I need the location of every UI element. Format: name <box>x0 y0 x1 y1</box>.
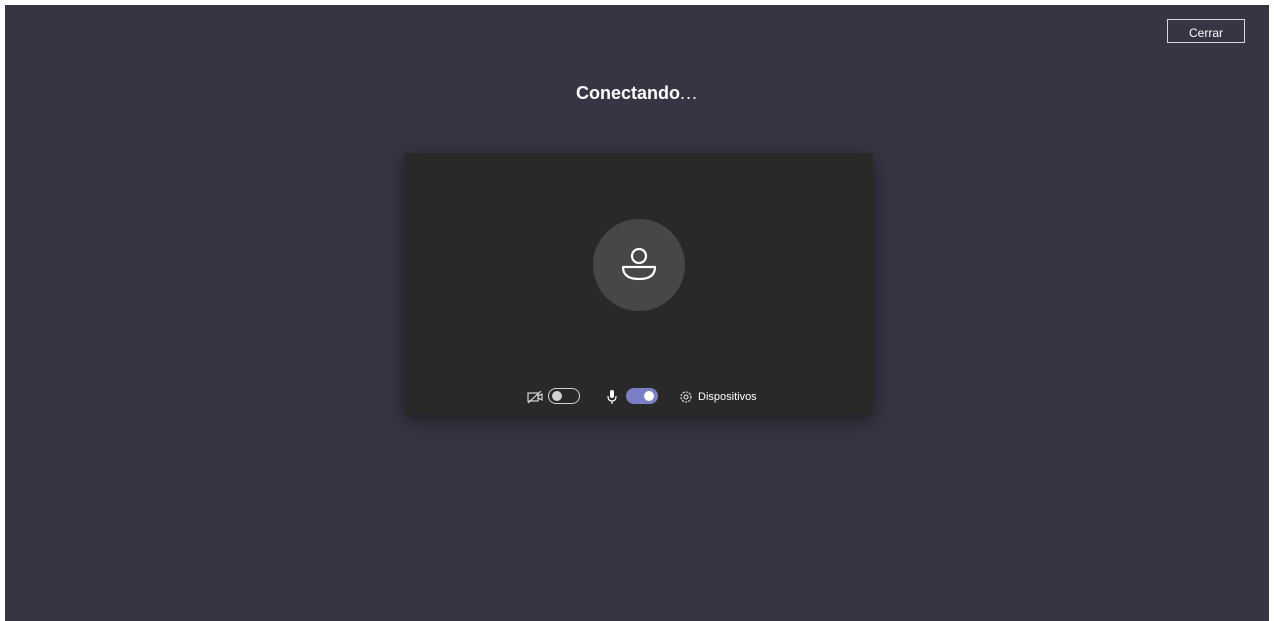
device-controls: Dispositivos <box>404 386 873 408</box>
camera-toggle-knob <box>552 391 562 401</box>
close-button[interactable]: Cerrar <box>1167 19 1245 43</box>
devices-button[interactable]: Dispositivos <box>679 388 757 406</box>
camera-off-icon <box>527 390 543 404</box>
status-dots: ... <box>680 83 699 103</box>
status-text: Conectando <box>575 83 680 103</box>
microphone-icon <box>607 390 617 404</box>
gear-icon <box>680 391 692 403</box>
devices-label: Dispositivos <box>698 391 757 403</box>
camera-toggle[interactable] <box>548 388 580 404</box>
microphone-toggle[interactable] <box>626 388 658 404</box>
video-preview: Dispositivos <box>404 153 873 415</box>
connecting-title: Conectando... <box>5 83 1269 104</box>
microphone-toggle-knob <box>644 391 654 401</box>
prejoin-screen: Cerrar Conectando... Dispositivos <box>5 5 1269 621</box>
person-icon <box>621 247 657 281</box>
avatar <box>593 219 685 311</box>
